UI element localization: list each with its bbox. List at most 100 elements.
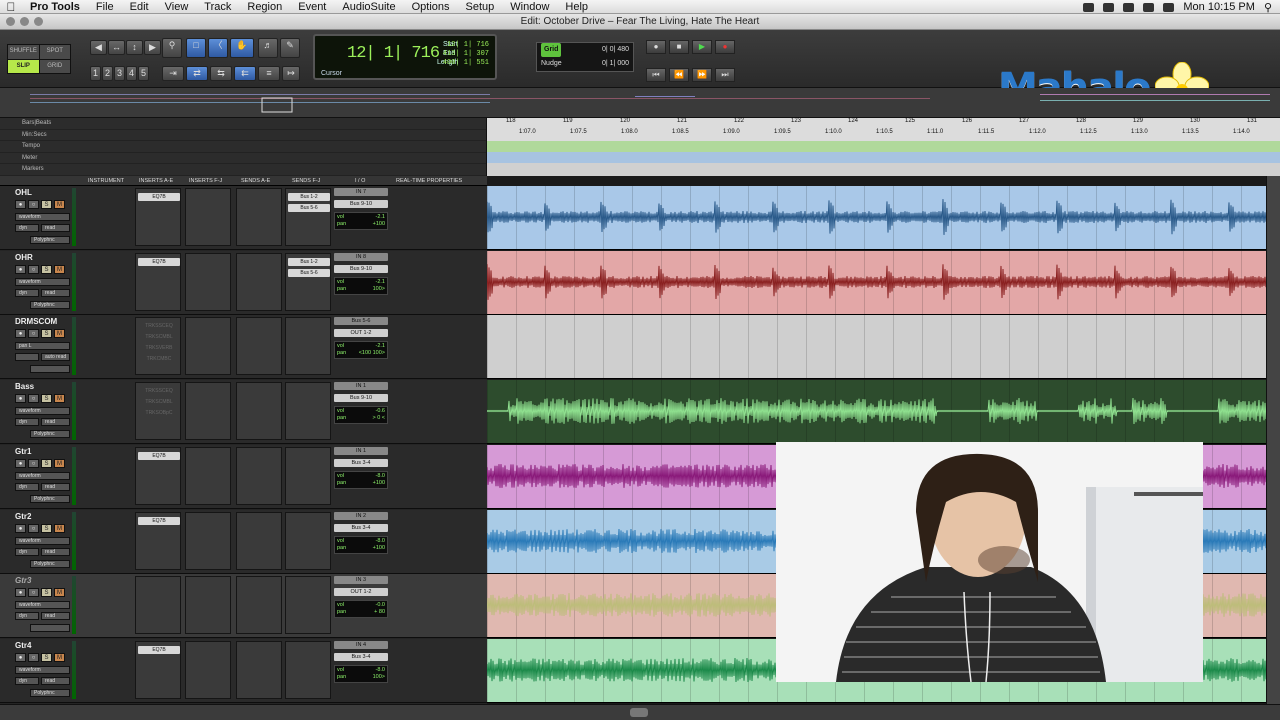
empty-slot[interactable] (288, 528, 330, 536)
menu-event[interactable]: Event (290, 1, 334, 13)
menu-region[interactable]: Region (239, 1, 290, 13)
empty-slot[interactable] (288, 690, 330, 698)
empty-slot[interactable] (138, 668, 180, 676)
empty-slot[interactable] (288, 679, 330, 687)
col-sends-a-e[interactable]: SENDS A-E (241, 178, 270, 184)
empty-slot[interactable] (188, 517, 230, 525)
track-row[interactable]: Gtr2 ● ○ S Mwaveform dyn read Polyphnc EQ7B IN 2B… (0, 510, 487, 574)
track-name[interactable]: OHL (15, 188, 71, 197)
vol-value[interactable]: -0.6 (376, 408, 385, 415)
close-window-icon[interactable] (6, 17, 15, 26)
grabber-tool-icon[interactable]: ✋ (230, 38, 254, 58)
empty-slot[interactable] (188, 592, 230, 600)
empty-slot[interactable] (138, 657, 180, 665)
automation-mode[interactable]: read (41, 418, 70, 426)
zoom-vertical-icon[interactable]: ↕ (126, 40, 143, 55)
empty-slot[interactable] (188, 625, 230, 633)
solo-button[interactable]: S (41, 653, 52, 662)
menu-file[interactable]: File (88, 1, 122, 13)
empty-slot[interactable] (188, 366, 230, 374)
empty-slot[interactable] (138, 690, 180, 698)
empty-slot[interactable] (138, 302, 180, 310)
scroll-thumb[interactable] (630, 708, 648, 717)
insertion-follows-icon[interactable]: ≡ (258, 66, 280, 81)
track-view-selector[interactable]: waveform (15, 601, 70, 609)
grid-label[interactable]: Grid (541, 43, 562, 57)
empty-slot[interactable] (239, 226, 281, 234)
mute-button[interactable]: M (54, 588, 65, 597)
empty-slot[interactable] (239, 561, 281, 569)
send-slot[interactable]: Bus 1-2 (288, 193, 330, 201)
empty-slot[interactable] (239, 409, 281, 417)
menu-help[interactable]: Help (557, 1, 596, 13)
input-monitor-icon[interactable]: ○ (28, 200, 39, 209)
mode-spot[interactable]: SPOT (39, 45, 70, 59)
input-monitor-icon[interactable]: ○ (28, 394, 39, 403)
solo-button[interactable]: S (41, 394, 52, 403)
empty-slot[interactable] (188, 657, 230, 665)
empty-slot[interactable] (288, 215, 330, 223)
mirror-midi-icon[interactable]: ⇇ (234, 66, 256, 81)
empty-slot[interactable] (288, 550, 330, 558)
mute-button[interactable]: M (54, 394, 65, 403)
track-view-selector[interactable]: waveform (15, 472, 70, 480)
empty-slot[interactable] (239, 291, 281, 299)
empty-slot[interactable] (188, 485, 230, 493)
empty-slot[interactable] (188, 333, 230, 341)
timeline-rulers[interactable]: 118 119 120 121 122 123 124 125 126 127 … (487, 118, 1280, 176)
track-view-selector[interactable]: pan L (15, 342, 70, 350)
record-arm-icon[interactable]: ● (15, 524, 26, 533)
empty-slot[interactable] (239, 614, 281, 622)
record-arm-icon[interactable]: ● (15, 588, 26, 597)
record-arm-icon[interactable]: ● (15, 329, 26, 338)
empty-slot[interactable] (188, 322, 230, 330)
track-row[interactable]: OHR ● ○ S Mwaveform dyn read Polyphnc EQ7B Bus 1-… (0, 251, 487, 315)
empty-slot[interactable] (138, 420, 180, 428)
length-value[interactable]: 400| 1| 551 (443, 59, 489, 67)
empty-slot[interactable] (188, 258, 230, 266)
timebase-selector[interactable]: Polyphnc (30, 495, 70, 503)
scrubber-tool-icon[interactable]: ♬ (258, 38, 278, 58)
link-track-edit-icon[interactable]: ⇆ (210, 66, 232, 81)
empty-slot[interactable] (239, 398, 281, 406)
col-inserts-a-e[interactable]: INSERTS A-E (139, 178, 173, 184)
empty-slot[interactable] (138, 496, 180, 504)
vertical-scrollbar[interactable] (1266, 176, 1280, 704)
pan-value[interactable]: > 0 < (372, 415, 385, 422)
vol-value[interactable]: -8.0 (376, 667, 385, 674)
input-monitor-icon[interactable]: ○ (28, 588, 39, 597)
insert-slot[interactable]: TRKCMBC (138, 355, 180, 363)
record-arm-icon[interactable]: ● (15, 653, 26, 662)
empty-slot[interactable] (138, 204, 180, 212)
main-counter[interactable]: 12| 1| 716 Start 12| 1| 716 End 413| 1| … (313, 34, 497, 80)
vol-pan-readout[interactable]: vol -2.1 pan <100 100> (334, 341, 388, 359)
send-slot[interactable]: Bus 5-6 (288, 269, 330, 277)
vol-pan-readout[interactable]: vol -8.0 pan +100 (334, 536, 388, 554)
empty-slot[interactable] (239, 355, 281, 363)
mute-button[interactable]: M (54, 329, 65, 338)
tab-to-transient-icon[interactable]: ⇥ (162, 66, 184, 81)
timebase-selector[interactable] (30, 624, 70, 632)
solo-button[interactable]: S (41, 265, 52, 274)
empty-slot[interactable] (188, 420, 230, 428)
empty-slot[interactable] (288, 280, 330, 288)
vol-pan-readout[interactable]: vol -0.6 pan > 0 < (334, 406, 388, 424)
dropbox-icon[interactable] (1083, 2, 1095, 12)
track-name[interactable]: DRMSCOM (15, 317, 71, 326)
col-instrument[interactable]: INSTRUMENT (88, 178, 124, 184)
empty-slot[interactable] (288, 625, 330, 633)
insert-slot[interactable]: TRKSCMBL (138, 333, 180, 341)
zoomer-tool-icon[interactable]: ⚲ (162, 38, 182, 58)
empty-slot[interactable] (288, 668, 330, 676)
empty-slot[interactable] (188, 474, 230, 482)
track-lane[interactable] (487, 186, 1266, 250)
empty-slot[interactable] (239, 215, 281, 223)
automation-view[interactable]: dyn (15, 483, 39, 491)
insert-slot[interactable]: TRKSCMBL (138, 398, 180, 406)
automation-mode[interactable]: read (41, 483, 70, 491)
ruler-markers-label[interactable]: Markers (0, 164, 486, 176)
markers-ruler[interactable] (487, 163, 1280, 176)
empty-slot[interactable] (288, 517, 330, 525)
minimize-window-icon[interactable] (20, 17, 29, 26)
record-arm-icon[interactable]: ● (15, 265, 26, 274)
